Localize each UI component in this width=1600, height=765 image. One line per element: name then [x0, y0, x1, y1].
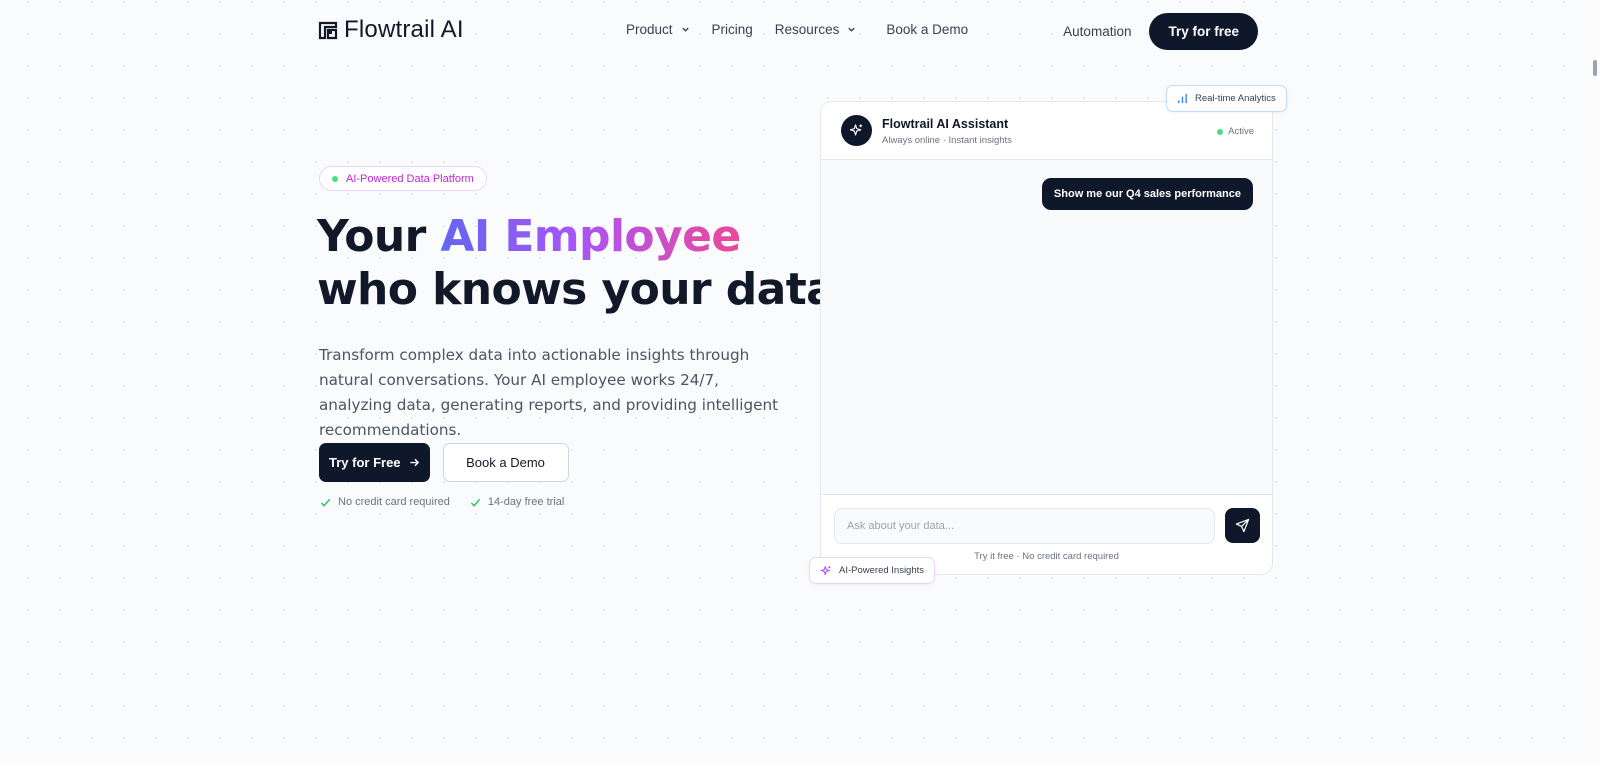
chevron-down-icon	[848, 27, 856, 32]
nav-book-demo-label: Book a Demo	[886, 22, 969, 37]
nav-book-demo[interactable]: Book a Demo	[886, 22, 968, 37]
realtime-analytics-label: Real-time Analytics	[1195, 93, 1276, 104]
page-scrollbar[interactable]	[1586, 0, 1600, 765]
badge-label: AI-Powered Data Platform	[346, 172, 474, 185]
nav-actions: Automation Try for free	[1063, 13, 1258, 50]
top-navigation: Flowtrail AI Product Pricing Resources B…	[0, 0, 1586, 62]
status-dot	[1217, 128, 1224, 135]
brand-logo[interactable]: Flowtrail AI	[318, 16, 464, 44]
nav-product-label: Product	[626, 22, 673, 37]
ai-insights-tag: AI-Powered Insights	[809, 557, 936, 584]
benefit-label: No credit card required	[338, 496, 450, 508]
hero-benefits: No credit card required 14-day free tria…	[320, 496, 564, 508]
chat-preview-card: Flowtrail AI Assistant Always online · I…	[820, 101, 1273, 575]
nav-pricing[interactable]: Pricing	[712, 22, 753, 37]
hero-headline: Your AI Employee who knows your data	[317, 210, 836, 316]
nav-pricing-label: Pricing	[711, 22, 753, 37]
benefit-label: 14-day free trial	[487, 496, 565, 508]
badge-dot	[332, 175, 338, 182]
nav-resources[interactable]: Resources	[775, 22, 857, 37]
bar-chart-icon	[1178, 93, 1187, 104]
try-for-free-button[interactable]: Try for Free	[319, 443, 430, 482]
check-icon	[320, 498, 331, 507]
user-message-bubble: Show me our Q4 sales performance	[1041, 178, 1253, 210]
assistant-name: Flowtrail AI Assistant	[882, 117, 1009, 131]
send-icon	[1235, 518, 1250, 533]
try-for-free-label: Try for Free	[329, 455, 401, 470]
realtime-analytics-tag: Real-time Analytics	[1166, 85, 1287, 112]
assistant-avatar	[841, 115, 872, 146]
sparkles-icon	[849, 124, 863, 136]
sparkles-icon	[820, 565, 831, 575]
check-icon	[470, 498, 481, 507]
benefit-item: 14-day free trial	[470, 496, 564, 508]
headline-line-two: who knows your data	[317, 264, 836, 315]
status-badge: Active	[1217, 126, 1254, 137]
brand-name: Flowtrail AI	[344, 16, 464, 43]
nav-resources-label: Resources	[774, 22, 840, 37]
main-nav: Product Pricing Resources Book a Demo	[626, 22, 968, 37]
scrollbar-thumb[interactable]	[1593, 60, 1597, 76]
try-for-free-nav-button[interactable]: Try for free	[1149, 13, 1258, 50]
chevron-down-icon	[681, 27, 689, 32]
hero-description: Transform complex data into actionable i…	[319, 346, 779, 439]
nav-automation[interactable]: Automation	[1063, 24, 1131, 39]
status-label: Active	[1228, 126, 1254, 137]
platform-badge: AI-Powered Data Platform	[319, 166, 487, 191]
arrow-right-icon	[409, 458, 419, 467]
nav-product[interactable]: Product	[626, 22, 690, 37]
ai-insights-label: AI-Powered Insights	[839, 565, 925, 576]
headline-prefix: Your	[317, 211, 441, 262]
benefit-item: No credit card required	[320, 496, 450, 508]
assistant-subtitle: Always online · Instant insights	[882, 135, 1012, 146]
hero-cta-row: Try for Free Book a Demo	[319, 443, 569, 482]
flowtrail-logo-icon	[318, 21, 338, 40]
chat-input[interactable]	[834, 508, 1215, 544]
headline-highlight: AI Employee	[440, 211, 741, 262]
send-button[interactable]	[1225, 508, 1260, 543]
book-demo-button[interactable]: Book a Demo	[442, 443, 569, 482]
